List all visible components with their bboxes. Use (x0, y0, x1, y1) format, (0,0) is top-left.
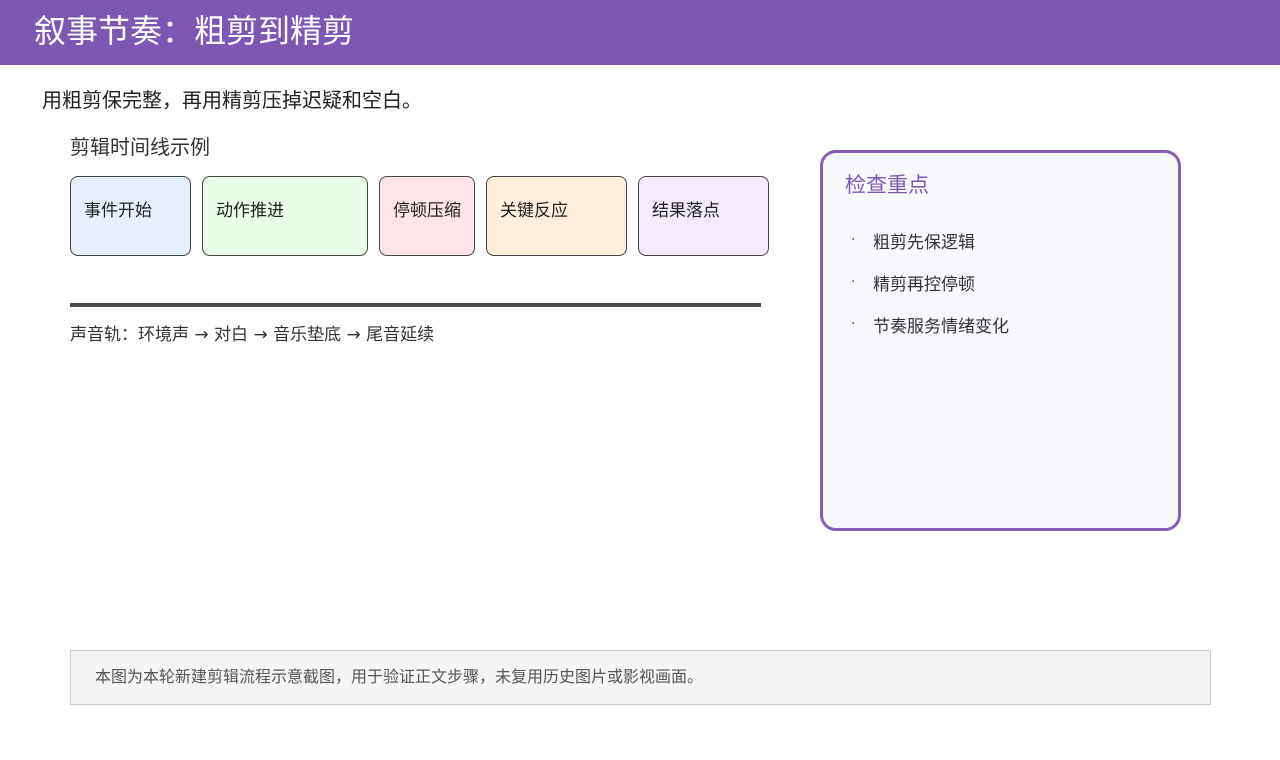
timeline-clip-action-advance: 动作推进 (202, 176, 368, 256)
timeline-clip-event-start: 事件开始 (70, 176, 191, 256)
bullet-icon: · (851, 316, 856, 332)
checklist-item: · 精剪再控停顿 (851, 261, 1009, 303)
checklist-item-label: 精剪再控停顿 (873, 274, 975, 295)
audio-track-label: 声音轨：环境声 → 对白 → 音乐垫底 → 尾音延续 (70, 325, 435, 345)
footer-note-text: 本图为本轮新建剪辑流程示意截图，用于验证正文步骤，未复用历史图片或影视画面。 (95, 667, 704, 686)
bullet-icon: · (851, 232, 856, 248)
bullet-icon: · (851, 274, 856, 290)
checklist-list: · 粗剪先保逻辑 · 精剪再控停顿 · 节奏服务情绪变化 (851, 219, 1009, 345)
page-subtitle: 用粗剪保完整，再用精剪压掉迟疑和空白。 (42, 88, 422, 112)
timeline-track-line (70, 303, 761, 307)
checklist-item: · 粗剪先保逻辑 (851, 219, 1009, 261)
page-title: 叙事节奏：粗剪到精剪 (34, 12, 355, 50)
checklist-item-label: 节奏服务情绪变化 (873, 316, 1009, 337)
timeline-clip-pause-compress: 停顿压缩 (379, 176, 475, 256)
checklist-panel: 检查重点 · 粗剪先保逻辑 · 精剪再控停顿 · 节奏服务情绪变化 (820, 150, 1181, 531)
checklist-item: · 节奏服务情绪变化 (851, 303, 1009, 345)
checklist-title: 检查重点 (845, 173, 929, 197)
checklist-item-label: 粗剪先保逻辑 (873, 232, 975, 253)
footer-note: 本图为本轮新建剪辑流程示意截图，用于验证正文步骤，未复用历史图片或影视画面。 (70, 650, 1211, 705)
timeline-clip-key-reaction: 关键反应 (486, 176, 627, 256)
timeline-title: 剪辑时间线示例 (70, 135, 210, 159)
timeline-clip-result-landing: 结果落点 (638, 176, 769, 256)
header-bar: 叙事节奏：粗剪到精剪 (0, 0, 1280, 65)
